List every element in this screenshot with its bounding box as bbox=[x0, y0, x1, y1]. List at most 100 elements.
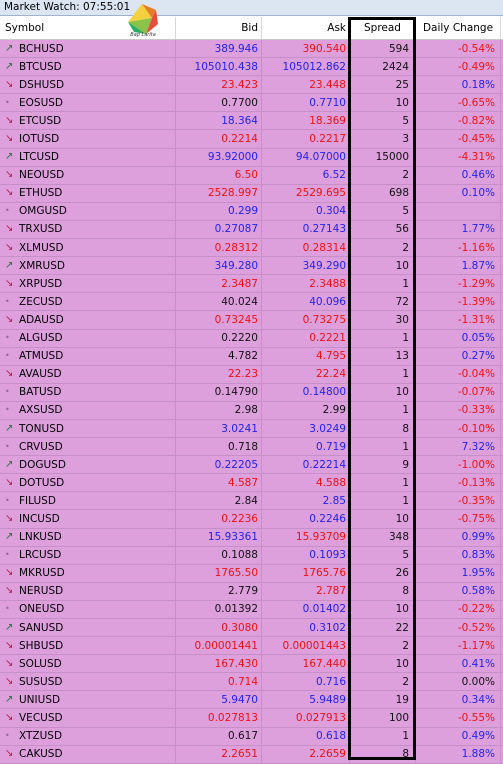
daily-change-cell: -0.10% bbox=[416, 419, 501, 438]
table-row[interactable]: ↘ INCUSD 0.2236 0.2246 10 -0.75% bbox=[0, 510, 503, 529]
table-row[interactable]: ↘ SUSUSD 0.714 0.716 2 0.00% bbox=[0, 673, 503, 692]
daily-change-cell: -0.22% bbox=[416, 600, 501, 618]
arrow-up-icon: ↗ bbox=[5, 259, 14, 271]
ask-cell: 167.440 bbox=[262, 655, 350, 673]
table-row[interactable]: • ATMUSD 4.782 4.795 13 0.27% bbox=[0, 347, 503, 366]
table-row[interactable]: ↘ NERUSD 2.779 2.787 8 0.58% bbox=[0, 582, 503, 601]
table-row[interactable]: • EOSUSD 0.7700 0.7710 10 -0.65% bbox=[0, 94, 503, 113]
symbol-cell: ↘ DSHUSD bbox=[0, 76, 176, 94]
table-row[interactable]: ↗ BTCUSD 105010.438 105012.862 2424 -0.49% bbox=[0, 58, 503, 77]
ask-cell: 40.096 bbox=[262, 293, 350, 311]
symbol-cell: ↘ INCUSD bbox=[0, 510, 176, 528]
table-row[interactable]: • AXSUSD 2.98 2.99 1 -0.33% bbox=[0, 401, 503, 420]
symbol-cell: ↘ AVAUSD bbox=[0, 365, 176, 383]
symbol-label: CRVUSD bbox=[19, 440, 63, 453]
table-row[interactable]: ↘ SHBUSD 0.00001441 0.00001443 2 -1.17% bbox=[0, 637, 503, 656]
symbol-label: ALGUSD bbox=[19, 332, 63, 345]
symbol-cell: ↘ VECUSD bbox=[0, 709, 176, 727]
arrow-up-icon: ↗ bbox=[5, 151, 14, 163]
table-row[interactable]: ↘ DOTUSD 4.587 4.588 1 -0.13% bbox=[0, 474, 503, 493]
column-header-ask[interactable]: Ask bbox=[262, 17, 350, 39]
table-row[interactable]: ↗ BCHUSD 389.946 390.540 594 -0.54% bbox=[0, 40, 503, 59]
symbol-cell: ↗ BTCUSD bbox=[0, 58, 176, 76]
table-row[interactable]: ↗ LTCUSD 93.92000 94.07000 15000 -4.31% bbox=[0, 148, 503, 167]
table-row[interactable]: • OMGUSD 0.299 0.304 5 bbox=[0, 202, 503, 221]
table-row[interactable]: ↘ XRPUSD 2.3487 2.3488 1 -1.29% bbox=[0, 275, 503, 294]
symbol-cell: ↘ NEOUSD bbox=[0, 166, 176, 184]
table-row[interactable]: ↘ DSHUSD 23.423 23.448 25 0.18% bbox=[0, 76, 503, 95]
table-row[interactable]: ↗ UNIUSD 5.9470 5.9489 19 0.34% bbox=[0, 691, 503, 710]
bid-cell: 1765.50 bbox=[176, 564, 262, 582]
daily-change-cell: 0.00% bbox=[416, 673, 501, 691]
symbol-cell: • CRVUSD bbox=[0, 438, 176, 456]
daily-change-cell: -1.16% bbox=[416, 239, 501, 257]
symbol-cell: ↗ LTCUSD bbox=[0, 148, 176, 166]
daily-change-cell: -0.55% bbox=[416, 709, 501, 727]
table-row[interactable]: ↗ LNKUSD 15.93361 15.93709 348 0.99% bbox=[0, 528, 503, 547]
dot-icon: • bbox=[5, 441, 10, 451]
column-header-bid[interactable]: Bid bbox=[176, 17, 262, 39]
spread-cell: 10 bbox=[350, 510, 416, 528]
bid-cell: 0.27087 bbox=[176, 220, 262, 239]
daily-change-cell: -1.17% bbox=[416, 637, 501, 655]
symbol-label: VECUSD bbox=[19, 712, 63, 725]
symbol-cell: ↘ CAKUSD bbox=[0, 745, 176, 763]
table-row[interactable]: ↘ NEOUSD 6.50 6.52 2 0.46% bbox=[0, 166, 503, 185]
table-row[interactable]: • ALGUSD 0.2220 0.2221 1 0.05% bbox=[0, 329, 503, 348]
table-row[interactable]: • CRVUSD 0.718 0.719 1 7.32% bbox=[0, 438, 503, 457]
table-row[interactable]: ↘ XLMUSD 0.28312 0.28314 2 -1.16% bbox=[0, 239, 503, 258]
symbol-cell: ↘ IOTUSD bbox=[0, 130, 176, 148]
table-row[interactable]: ↗ DOGUSD 0.22205 0.22214 9 -1.00% bbox=[0, 456, 503, 475]
table-row[interactable]: ↘ IOTUSD 0.2214 0.2217 3 -0.45% bbox=[0, 130, 503, 149]
bid-cell: 0.299 bbox=[176, 202, 262, 220]
dot-icon: • bbox=[5, 206, 10, 216]
table-row[interactable]: ↗ XMRUSD 349.280 349.290 10 1.87% bbox=[0, 257, 503, 276]
table-row[interactable]: • XTZUSD 0.617 0.618 1 0.49% bbox=[0, 727, 503, 746]
daily-change-cell: -0.04% bbox=[416, 365, 501, 383]
arrow-up-icon: ↗ bbox=[5, 42, 14, 54]
ask-cell: 0.7710 bbox=[262, 94, 350, 112]
ask-cell: 1765.76 bbox=[262, 564, 350, 582]
table-row[interactable]: ↗ TONUSD 3.0241 3.0249 8 -0.10% bbox=[0, 419, 503, 439]
spread-cell: 22 bbox=[350, 619, 416, 637]
symbol-cell: ↘ TRXUSD bbox=[0, 220, 176, 239]
symbol-label: BATUSD bbox=[19, 386, 62, 399]
arrow-down-icon: ↘ bbox=[5, 133, 14, 145]
table-row[interactable]: ↘ ADAUSD 0.73245 0.73275 30 -1.31% bbox=[0, 311, 503, 330]
spread-cell: 13 bbox=[350, 347, 416, 365]
table-row[interactable]: ↘ VECUSD 0.027813 0.027913 100 -0.55% bbox=[0, 709, 503, 728]
symbol-label: LTCUSD bbox=[19, 151, 59, 164]
spread-cell: 1 bbox=[350, 492, 416, 510]
spread-cell: 19 bbox=[350, 691, 416, 709]
column-header-daily-change[interactable]: Daily Change bbox=[416, 17, 501, 39]
arrow-down-icon: ↘ bbox=[5, 223, 14, 235]
table-row[interactable]: ↘ ETCUSD 18.364 18.369 5 -0.82% bbox=[0, 112, 503, 131]
table-row[interactable]: ↗ SANUSD 0.3080 0.3102 22 -0.52% bbox=[0, 619, 503, 638]
ask-cell: 0.719 bbox=[262, 438, 350, 456]
table-row[interactable]: ↘ AVAUSD 22.23 22.24 1 -0.04% bbox=[0, 365, 503, 384]
table-row[interactable]: ↘ TRXUSD 0.27087 0.27143 56 1.77% bbox=[0, 220, 503, 240]
table-row[interactable]: ↘ SOLUSD 167.430 167.440 10 0.41% bbox=[0, 655, 503, 674]
ask-cell: 2.99 bbox=[262, 401, 350, 419]
daily-change-cell: -0.75% bbox=[416, 510, 501, 528]
table-row[interactable]: • ONEUSD 0.01392 0.01402 10 -0.22% bbox=[0, 600, 503, 619]
table-row[interactable]: • BATUSD 0.14790 0.14800 10 -0.07% bbox=[0, 383, 503, 402]
table-row[interactable]: ↘ MKRUSD 1765.50 1765.76 26 1.95% bbox=[0, 564, 503, 583]
symbol-cell: ↗ TONUSD bbox=[0, 419, 176, 438]
symbol-cell: • FILUSD bbox=[0, 492, 176, 510]
spread-cell: 1 bbox=[350, 275, 416, 293]
bid-cell: 0.22205 bbox=[176, 456, 262, 474]
table-row[interactable]: • ZECUSD 40.024 40.096 72 -1.39% bbox=[0, 293, 503, 312]
daily-change-cell: -0.49% bbox=[416, 58, 501, 76]
table-row[interactable]: • FILUSD 2.84 2.85 1 -0.35% bbox=[0, 492, 503, 511]
table-row[interactable]: • LRCUSD 0.1088 0.1093 5 0.83% bbox=[0, 546, 503, 565]
symbol-cell: • ATMUSD bbox=[0, 347, 176, 365]
arrow-up-icon: ↗ bbox=[5, 60, 14, 72]
ask-cell: 0.027913 bbox=[262, 709, 350, 727]
bid-cell: 40.024 bbox=[176, 293, 262, 311]
table-row[interactable]: ↘ CAKUSD 2.2651 2.2659 8 1.88% bbox=[0, 745, 503, 764]
table-row[interactable]: ↘ ETHUSD 2528.997 2529.695 698 0.10% bbox=[0, 184, 503, 203]
daily-change-cell: -1.39% bbox=[416, 293, 501, 311]
arrow-down-icon: ↘ bbox=[5, 712, 14, 724]
column-header-spread[interactable]: Spread bbox=[350, 17, 416, 39]
